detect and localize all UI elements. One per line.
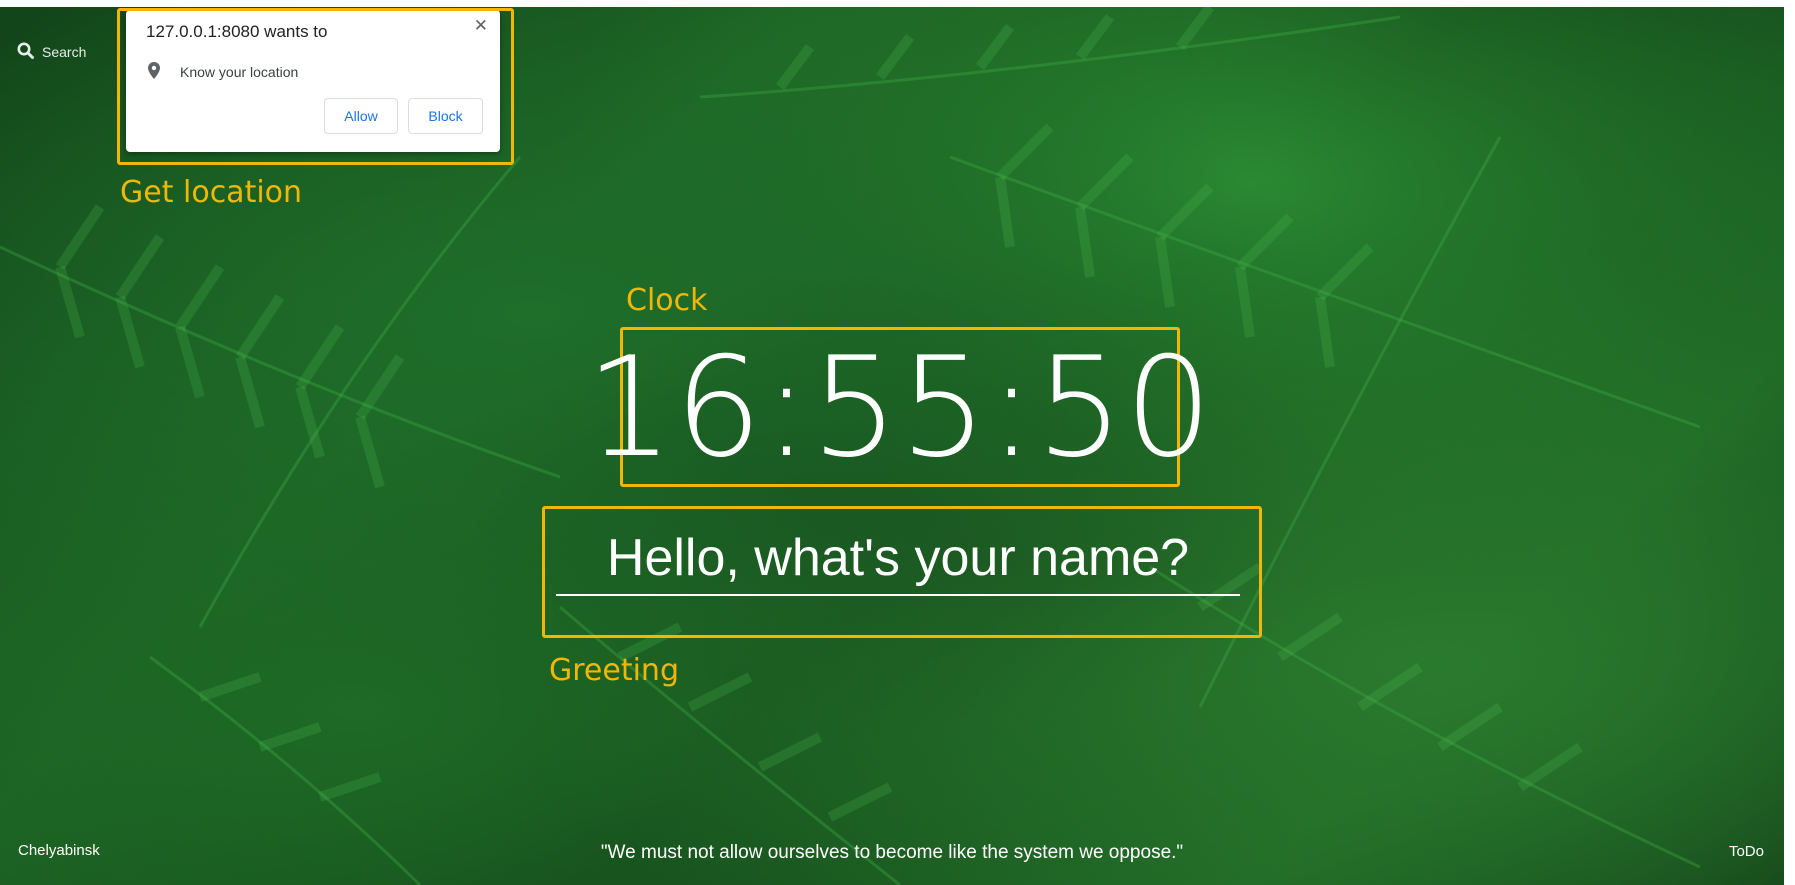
greeting-text: Hello, what's your name? [606,529,1190,587]
search-box[interactable]: Search [17,42,86,62]
name-input[interactable]: Hello, what's your name? [556,522,1240,596]
todo-link[interactable]: ToDo [1729,843,1764,860]
top-strip [0,0,1795,7]
greeting-annotation-label: Greeting [549,653,679,688]
quote-text: "We must not allow ourselves to become l… [600,842,1184,863]
search-label: Search [42,44,87,60]
right-strip [1784,0,1795,885]
clock-annotation-label: Clock [626,283,708,318]
search-icon [17,42,42,62]
clock-display: 16:55:50 [585,326,1214,488]
get-location-annotation-box [117,8,514,165]
get-location-annotation-label: Get location [120,175,303,210]
